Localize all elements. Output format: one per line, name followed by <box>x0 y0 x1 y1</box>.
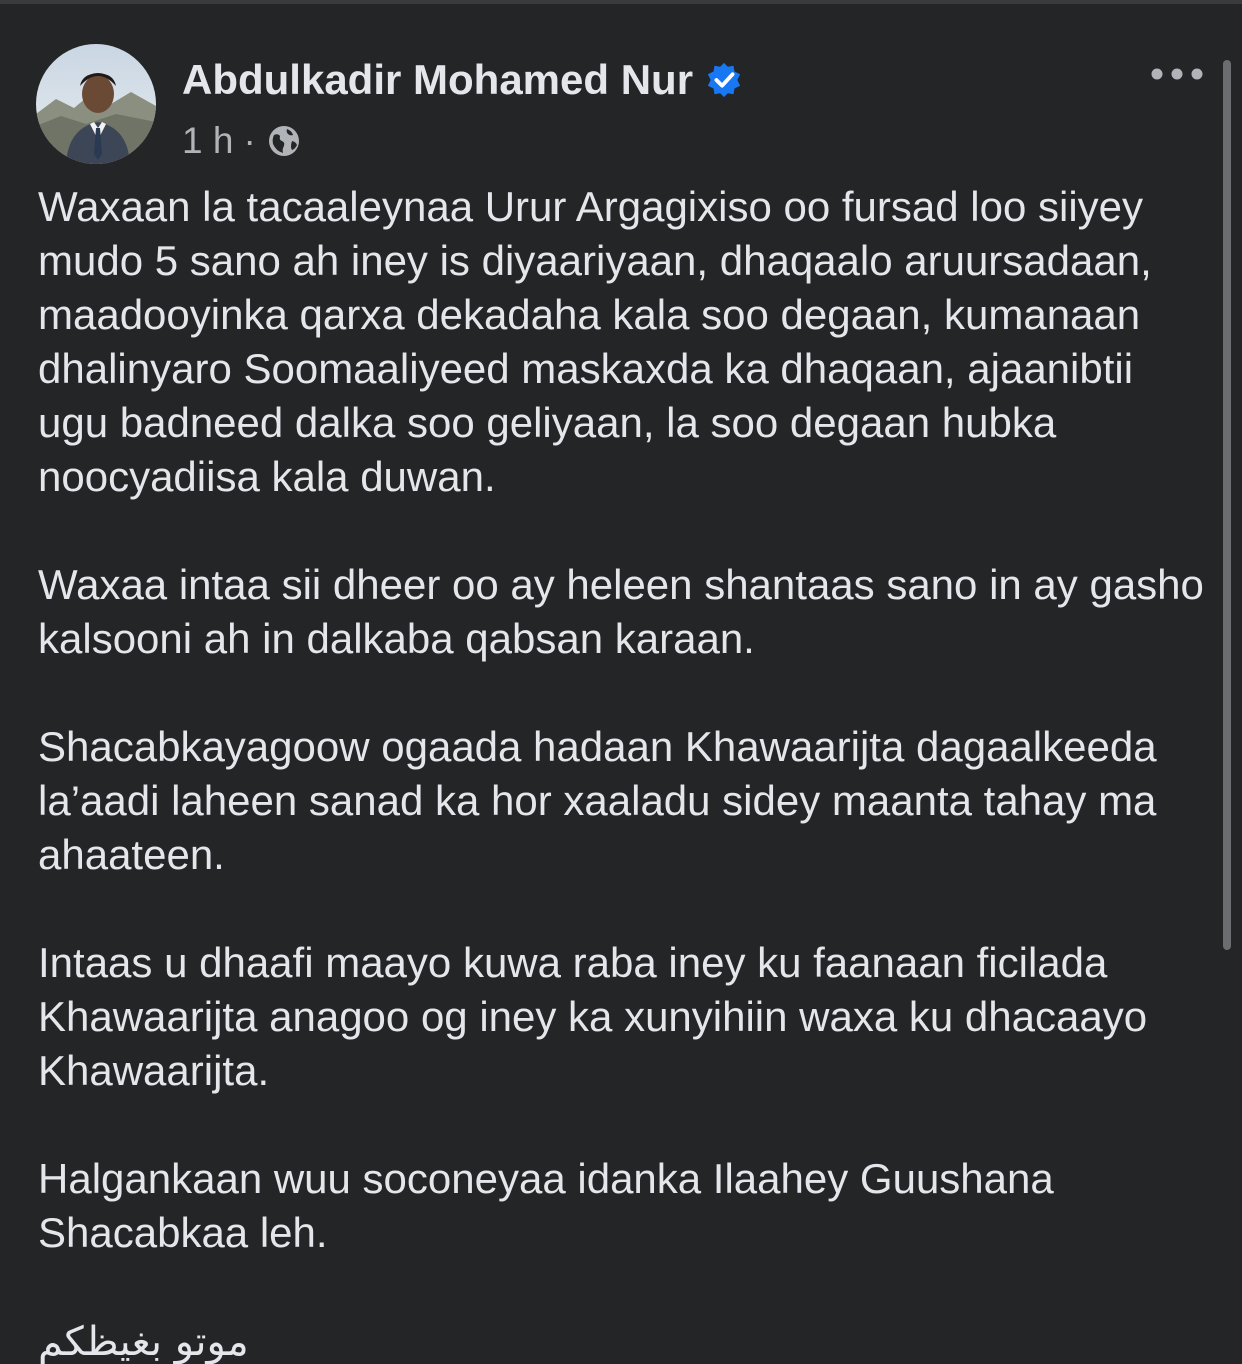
avatar-photo <box>36 44 156 164</box>
author-name[interactable]: Abdulkadir Mohamed Nur <box>182 56 693 104</box>
verified-badge-icon <box>707 62 741 98</box>
post-timestamp[interactable]: 1 h <box>182 120 233 162</box>
more-options-icon[interactable] <box>1150 60 1204 88</box>
globe-icon[interactable] <box>266 123 302 159</box>
post-card: Abdulkadir Mohamed Nur 1 h · Waxaan la t… <box>0 4 1242 1364</box>
author-name-row: Abdulkadir Mohamed Nur <box>182 56 743 104</box>
scrollbar-thumb[interactable] <box>1223 60 1231 950</box>
post-paragraph: Waxaan la tacaaleynaa Urur Argagixiso oo… <box>38 183 1152 500</box>
post-paragraph: Halgankaan wuu soconeyaa idanka Ilaahey … <box>38 1155 1054 1256</box>
post-meta: 1 h · <box>182 120 302 162</box>
post-paragraph: Shacabkayagoow ogaada hadaan Khawaarijta… <box>38 723 1157 878</box>
post-paragraph: Waxaa intaa sii dheer oo ay heleen shant… <box>38 561 1204 662</box>
post-closing-arabic: موتو بغيظكم <box>38 1319 249 1364</box>
meta-separator: · <box>243 120 256 161</box>
avatar[interactable] <box>36 44 156 164</box>
post-paragraph: Intaas u dhaafi maayo kuwa raba iney ku … <box>38 939 1148 1094</box>
post-body: Waxaan la tacaaleynaa Urur Argagixiso oo… <box>38 180 1208 1364</box>
